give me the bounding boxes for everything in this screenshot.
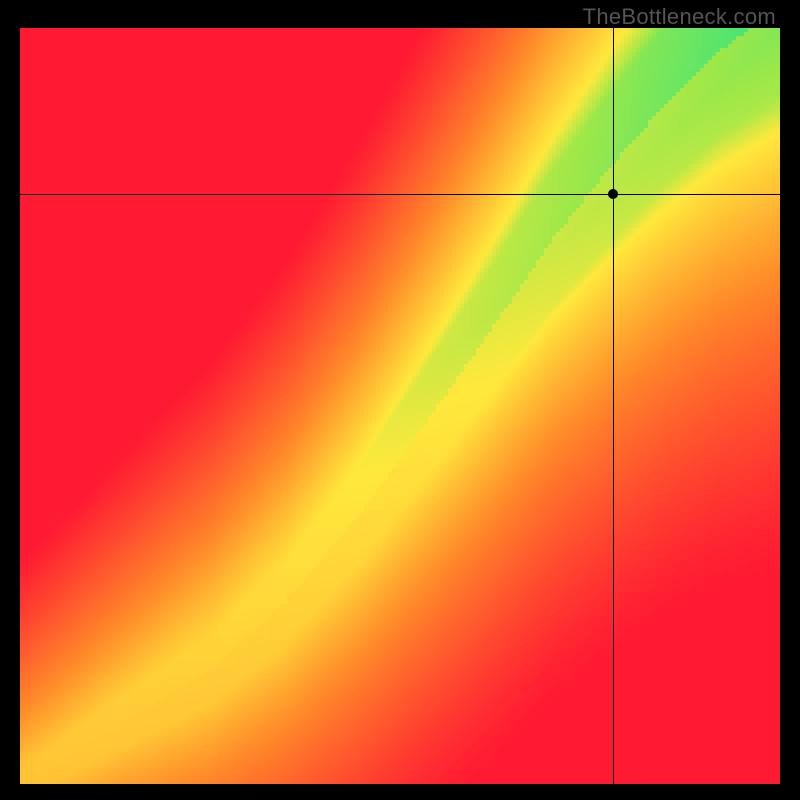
heatmap-plot (20, 28, 780, 784)
watermark-text: TheBottleneck.com (583, 4, 776, 30)
crosshair-vertical (613, 28, 614, 784)
chart-container: TheBottleneck.com (0, 0, 800, 800)
marker-dot (608, 189, 618, 199)
crosshair-horizontal (20, 194, 780, 195)
heatmap-canvas (20, 28, 780, 784)
